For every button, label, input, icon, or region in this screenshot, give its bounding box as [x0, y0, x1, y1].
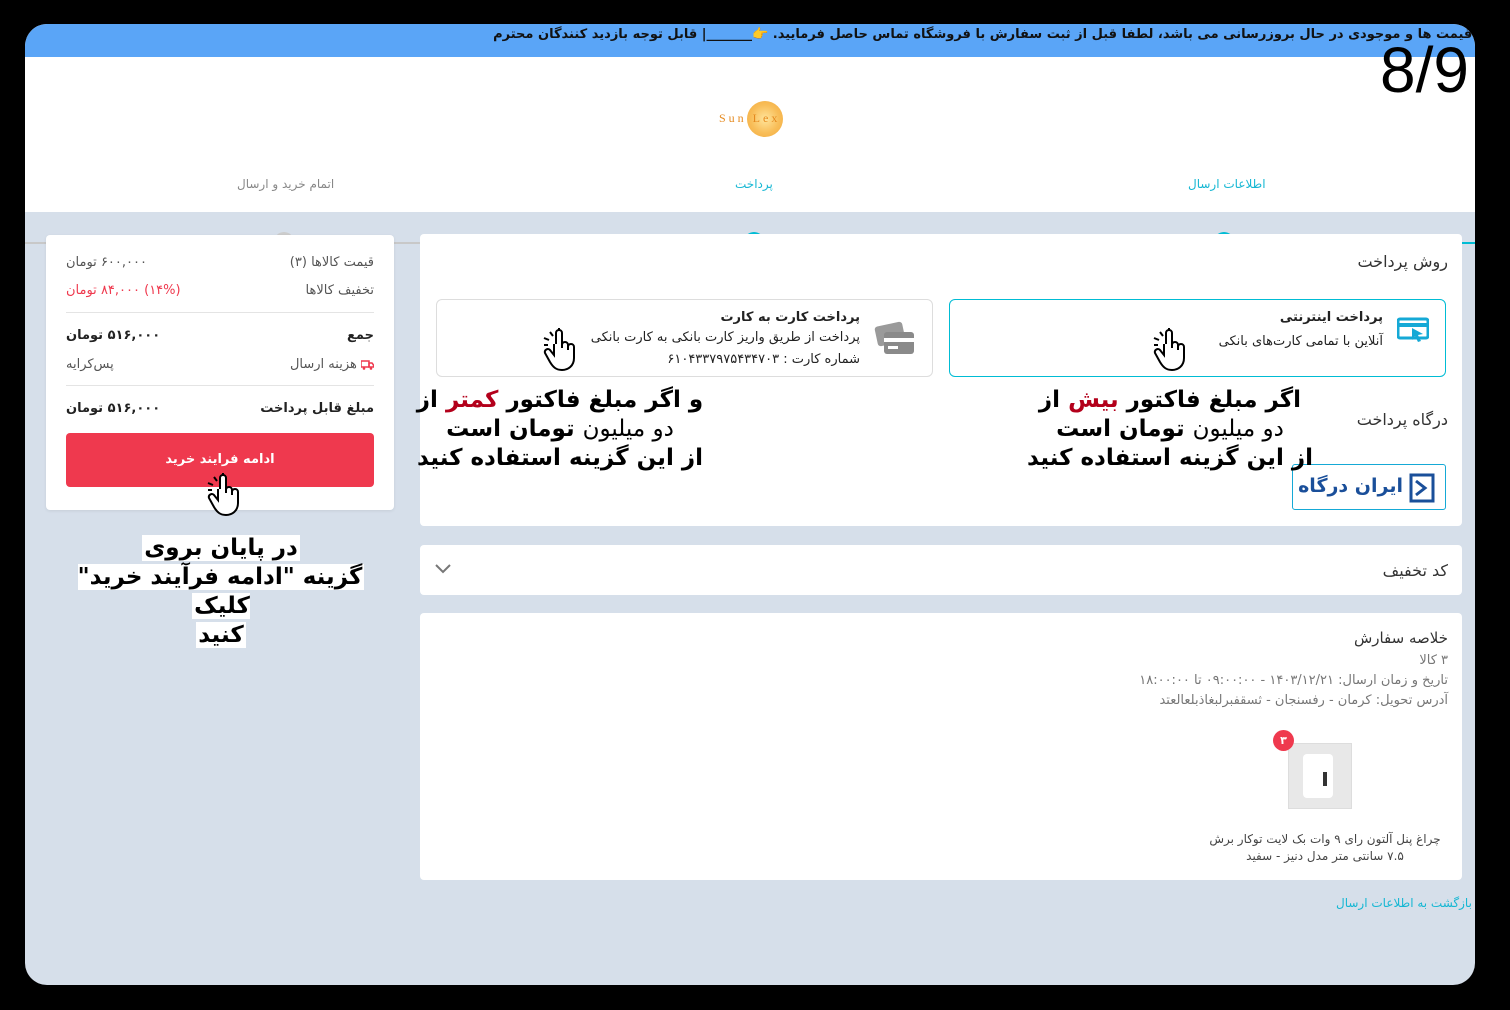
- payment-method-card: روش پرداخت پرداخت اینترنتی آنلاین با تما…: [417, 234, 1462, 526]
- payable-amount-row: مبلغ قابل پرداخت ۵۱۶,۰۰۰ تومان: [66, 401, 374, 421]
- site-logo[interactable]: Sun Lex: [719, 101, 789, 137]
- card-to-card-title: پرداخت کارت به کارت: [720, 310, 860, 325]
- discount-code-title: کد تخفیف: [1382, 561, 1448, 580]
- pointer-hand-icon: [207, 473, 239, 517]
- product-image: [1303, 754, 1333, 798]
- shipping-cost-label-text: هزینه ارسال: [289, 357, 357, 372]
- online-payment-title: پرداخت اینترنتی: [1279, 310, 1383, 325]
- logo-text: Sun Lex: [719, 111, 781, 125]
- checkout-stepper: اطلاعات ارسال پرداخت اتمام خرید و ارسال: [25, 177, 1475, 252]
- product-image-detail: [1323, 772, 1327, 786]
- payable-amount-label: مبلغ قابل پرداخت: [260, 401, 374, 416]
- items-discount-label: تخفیف کالاها: [305, 283, 374, 298]
- cart-summary-card: قیمت کالاها (۳) ۶۰۰,۰۰۰ تومان تخفیف کالا…: [46, 235, 394, 517]
- iran-dargah-logo-icon: [1409, 473, 1435, 503]
- items-discount-row: تخفیف کالاها (۱۴%) ۸۴,۰۰۰ تومان: [66, 283, 374, 303]
- card-number: شماره کارت : ۶۱۰۴۳۳۷۹۷۵۴۳۴۷۰۳: [667, 352, 860, 367]
- back-to-shipping-link[interactable]: بازگشت به اطلاعات ارسال: [1336, 896, 1472, 910]
- online-payment-subtitle: آنلاین با تمامی کارت‌های بانکی: [1218, 334, 1383, 349]
- product-thumbnail[interactable]: [1288, 743, 1352, 809]
- order-summary-title: خلاصه سفارش: [1353, 629, 1448, 647]
- checkout-page: 👈 قیمت ها و موجودی در حال بروزرسانی می ب…: [25, 24, 1475, 985]
- product-name[interactable]: چراغ پنل آلتون رای ۹ وات بک لایت توکار ب…: [1190, 831, 1460, 865]
- card-to-card-subtitle: پرداخت از طریق واریز کارت بانکی به کارت …: [590, 330, 860, 345]
- payment-gateway-title: درگاه پرداخت: [1356, 410, 1448, 429]
- items-price-label: قیمت کالاها (۳): [289, 255, 374, 270]
- credit-card-icon: [874, 321, 914, 354]
- card-to-card-option[interactable]: پرداخت کارت به کارت پرداخت از طریق واریز…: [436, 299, 933, 377]
- total-label: جمع: [347, 328, 374, 343]
- pointer-hand-icon: [543, 328, 575, 372]
- truck-icon: [360, 359, 375, 370]
- order-delivery-address: آدرس تحویل: کرمان - رفسنجان - ثسقفبرلبغا…: [1159, 693, 1448, 708]
- online-payment-option[interactable]: پرداخت اینترنتی آنلاین با تمامی کارت‌های…: [949, 299, 1446, 377]
- iran-dargah-logo-text: ایران درگاه: [1298, 475, 1403, 497]
- step-payment-label: پرداخت: [735, 177, 773, 191]
- annotation-online-instruction: اگر مبلغ فاکتور بیش از دو میلیون تومان ا…: [1027, 387, 1313, 471]
- announcement-text: 👈 قیمت ها و موجودی در حال بروزرسانی می ب…: [493, 27, 1475, 42]
- tutorial-step-counter: 8/9: [1380, 34, 1469, 106]
- items-price-row: قیمت کالاها (۳) ۶۰۰,۰۰۰ تومان: [66, 255, 374, 275]
- shipping-cost-row: هزینه ارسال پس‌کرایه: [66, 357, 375, 377]
- product-quantity-badge: ۳: [1273, 730, 1294, 751]
- shipping-cost-label: هزینه ارسال: [289, 357, 375, 372]
- order-items-count: ۳ کالا: [1419, 653, 1448, 668]
- items-price-value: ۶۰۰,۰۰۰ تومان: [66, 255, 147, 270]
- step-finish-label: اتمام خرید و ارسال: [237, 177, 335, 191]
- total-row: جمع ۵۱۶,۰۰۰ تومان: [66, 328, 374, 348]
- payment-method-title: روش پرداخت: [1357, 252, 1448, 271]
- chevron-down-icon[interactable]: [434, 563, 452, 575]
- divider: [66, 385, 374, 386]
- divider: [66, 312, 374, 313]
- payable-amount-value: ۵۱۶,۰۰۰ تومان: [66, 401, 161, 416]
- step-shipping-label: اطلاعات ارسال: [1188, 177, 1266, 191]
- annotation-card-instruction: و اگر مبلغ فاکتور کمتر از دو میلیون توما…: [416, 387, 704, 471]
- items-discount-value: (۱۴%) ۸۴,۰۰۰ تومان: [66, 283, 181, 298]
- discount-code-card[interactable]: کد تخفیف: [420, 545, 1462, 595]
- shipping-cost-value: پس‌کرایه: [66, 357, 114, 372]
- checkout-header: Sun Lex اطلاعات ارسال پرداخت اتمام خرید …: [25, 57, 1475, 252]
- announcement-banner: 👈 قیمت ها و موجودی در حال بروزرسانی می ب…: [25, 24, 1475, 57]
- pointer-hand-icon: [1153, 328, 1185, 372]
- total-value: ۵۱۶,۰۰۰ تومان: [66, 328, 161, 343]
- order-delivery-time: تاریخ و زمان ارسال: ۱۴۰۳/۱۲/۲۱ - ۰۹:۰۰:۰…: [1139, 673, 1448, 688]
- annotation-final-instruction: در پایان بروی گزینه "ادامه فرآیند خرید" …: [77, 535, 365, 648]
- order-summary-card: خلاصه سفارش ۳ کالا تاریخ و زمان ارسال: ۱…: [420, 613, 1462, 880]
- online-payment-icon: [1397, 317, 1429, 342]
